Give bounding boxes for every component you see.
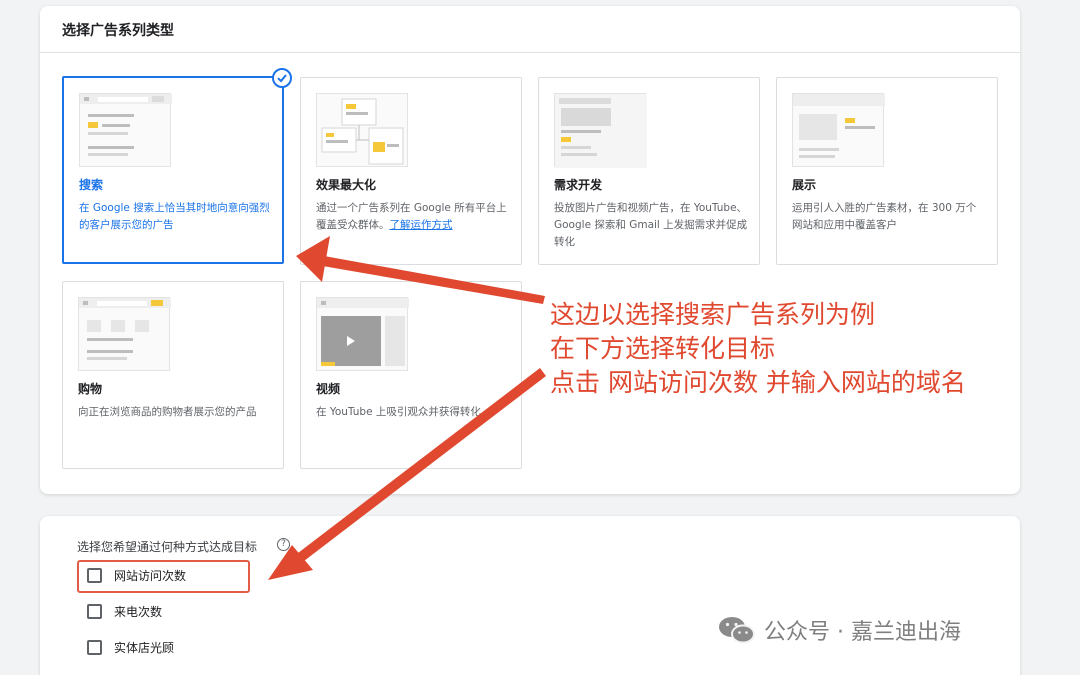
campaign-card-performance-max[interactable]: 效果最大化 通过一个广告系列在 Google 所有平台上覆盖受众群体。了解运作方… xyxy=(300,77,522,265)
campaign-card-video[interactable]: 视频 在 YouTube 上吸引观众并获得转化 xyxy=(300,281,522,469)
checkbox-label: 实体店光顾 xyxy=(114,640,175,655)
watermark: 公众号 · 嘉兰迪出海 xyxy=(718,614,961,646)
conversion-goal-panel: 选择您希望通过何种方式达成目标 ? 网站访问次数 来电次数 实体店光顾 xyxy=(40,516,1020,675)
card-title: 需求开发 xyxy=(554,178,603,192)
card-description: 通过一个广告系列在 Google 所有平台上覆盖受众群体。了解运作方式 xyxy=(316,200,510,234)
card-description: 在 YouTube 上吸引观众并获得转化 xyxy=(316,406,481,418)
checkbox-label: 来电次数 xyxy=(114,604,163,619)
performance-max-thumbnail-icon xyxy=(316,93,408,167)
card-title: 展示 xyxy=(792,178,817,192)
checkbox[interactable] xyxy=(87,639,102,655)
campaign-card-shopping[interactable]: 购物 向正在浏览商品的购物者展示您的产品 xyxy=(62,281,284,469)
shopping-thumbnail-icon xyxy=(78,297,171,371)
watermark-text: 公众号 · 嘉兰迪出海 xyxy=(764,620,961,645)
annotation-text: 这边以选择搜索广告系列为例 在下方选择转化目标 点击 网站访问次数 并输入网站的… xyxy=(550,298,966,400)
annotation-line: 点击 网站访问次数 并输入网站的域名 xyxy=(550,368,966,397)
card-title: 视频 xyxy=(316,382,341,396)
goal-option-phone-calls[interactable]: 来电次数 xyxy=(87,601,162,621)
card-description: 投放图片广告和视频广告，在 YouTube、Google 探索和 Gmail 上… xyxy=(554,202,748,248)
demand-gen-thumbnail-icon xyxy=(554,93,647,168)
search-thumbnail-icon xyxy=(79,93,172,167)
goal-title: 选择您希望通过何种方式达成目标 xyxy=(77,540,258,554)
checkbox[interactable] xyxy=(87,567,102,583)
divider xyxy=(40,52,1020,53)
annotation-line: 在下方选择转化目标 xyxy=(550,334,776,363)
goal-option-website-visits[interactable]: 网站访问次数 xyxy=(87,565,186,585)
annotation-line: 这边以选择搜索广告系列为例 xyxy=(550,300,876,329)
learn-how-it-works-link[interactable]: 了解运作方式 xyxy=(390,219,453,231)
display-thumbnail-icon xyxy=(792,93,885,167)
checkbox[interactable] xyxy=(87,603,102,619)
help-icon[interactable]: ? xyxy=(277,538,290,551)
video-thumbnail-icon xyxy=(316,297,409,371)
card-title: 购物 xyxy=(78,382,103,396)
check-circle-icon xyxy=(272,68,292,88)
goal-option-store-visits[interactable]: 实体店光顾 xyxy=(87,637,174,657)
panel-title: 选择广告系列类型 xyxy=(62,23,174,39)
card-title: 搜索 xyxy=(79,178,104,192)
card-title: 效果最大化 xyxy=(316,178,377,192)
campaign-card-demand-gen[interactable]: 需求开发 投放图片广告和视频广告，在 YouTube、Google 探索和 Gm… xyxy=(538,77,760,265)
card-description: 在 Google 搜索上恰当其时地向意向强烈的客户展示您的广告 xyxy=(79,202,270,231)
campaign-card-display[interactable]: 展示 运用引人入胜的广告素材，在 300 万个网站和应用中覆盖客户 xyxy=(776,77,998,265)
checkbox-label: 网站访问次数 xyxy=(114,568,187,583)
campaign-type-panel: 选择广告系列类型 搜索 在 Google 搜索上恰当其时地向意向强烈的客户展示您… xyxy=(40,6,1020,494)
campaign-card-search[interactable]: 搜索 在 Google 搜索上恰当其时地向意向强烈的客户展示您的广告 xyxy=(62,68,292,264)
card-description: 运用引人入胜的广告素材，在 300 万个网站和应用中覆盖客户 xyxy=(792,202,977,231)
card-description: 向正在浏览商品的购物者展示您的产品 xyxy=(78,406,257,418)
wechat-icon xyxy=(719,617,755,644)
